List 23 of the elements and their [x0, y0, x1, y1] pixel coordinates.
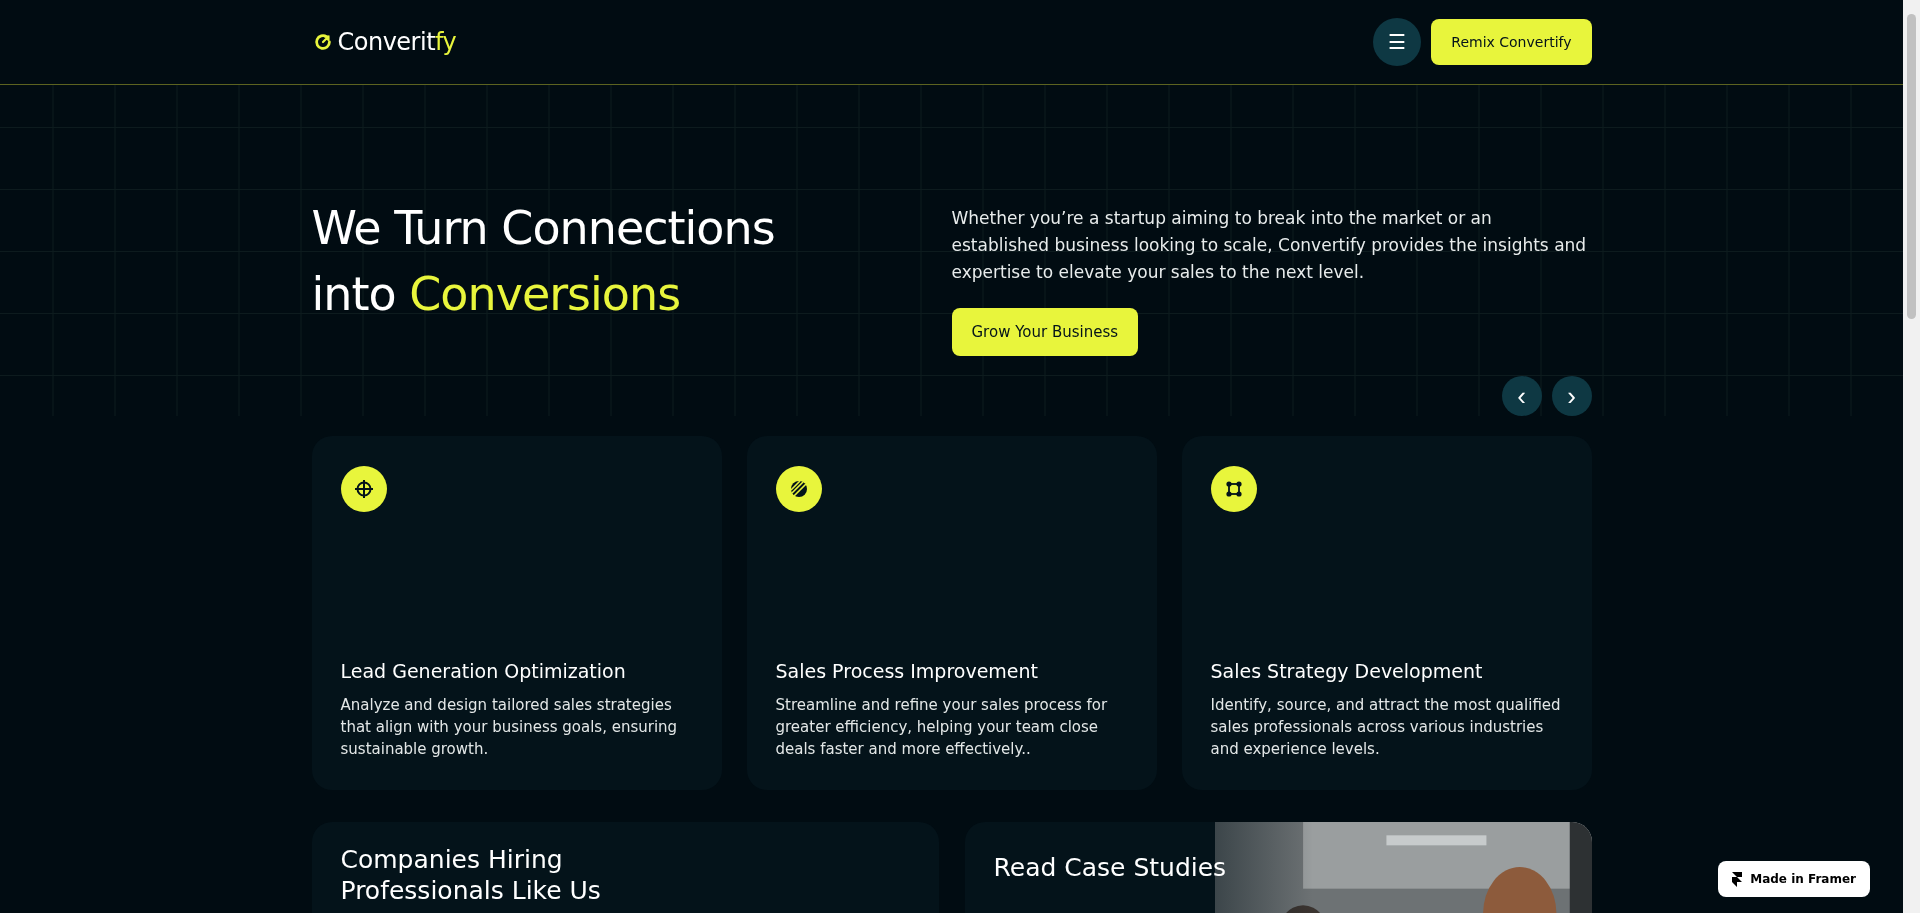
- card-title: Sales Process Improvement: [775, 660, 1040, 682]
- grow-business-button[interactable]: Grow Your Business: [951, 308, 1139, 356]
- card-description: Identify, source, and attract the most qualified sales professionals across various industries and experience levels.: [1210, 695, 1562, 760]
- card-title: Sales Strategy Development: [1210, 660, 1484, 682]
- card-title: Lead Generation Optimization: [340, 660, 627, 682]
- menu-button[interactable]: ☰: [1373, 18, 1422, 66]
- card-title: Read Case Studies: [993, 852, 1228, 883]
- striped-circle-icon: [775, 466, 822, 512]
- framer-icon: [1732, 871, 1743, 887]
- scrollbar[interactable]: [1903, 0, 1920, 913]
- hero-title: into Conversions: [311, 266, 681, 323]
- crosshair-icon: [340, 466, 387, 512]
- card-title: Companies Hiring Professionals Like Us: [340, 844, 602, 906]
- hero-title: We Turn Connections: [311, 200, 775, 257]
- next-button[interactable]: ›: [1551, 376, 1592, 416]
- hero-description: Whether you’re a startup aiming to break into the market or an established business looking to scale, Convertify provides the insights and expertise to elevate your sales to the next level.: [951, 207, 1588, 284]
- made-in-framer-badge[interactable]: Made in Framer: [1718, 861, 1870, 897]
- previous-button[interactable]: ‹: [1501, 376, 1542, 416]
- logo-text[interactable]: Converitfy: [337, 28, 457, 56]
- remix-button[interactable]: Remix Convertify: [1431, 19, 1592, 65]
- card-description: Analyze and design tailored sales strategies that align with your business goals, ensuring sustainable growth.: [340, 695, 679, 760]
- nodes-icon: [1210, 466, 1257, 512]
- card-description: Streamline and refine your sales process for greater efficiency, helping your team close deals faster and more effectively..: [775, 695, 1109, 760]
